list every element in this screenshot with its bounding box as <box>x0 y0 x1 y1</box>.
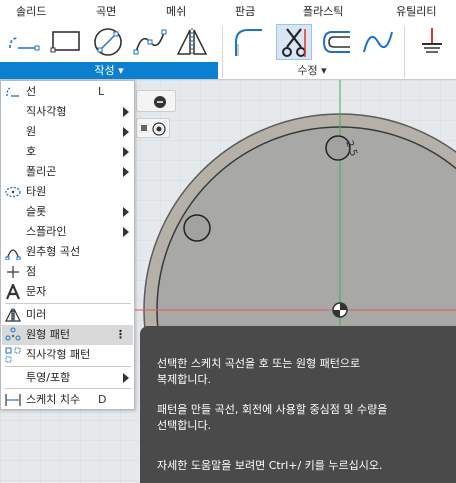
point-icon <box>7 266 19 278</box>
menu-item-circular-pattern[interactable]: 원형 패턴 ⋮ <box>2 325 133 345</box>
text-icon <box>5 284 21 300</box>
tab-surface[interactable]: 곡면 <box>96 3 116 19</box>
menu-item-circle[interactable]: 원 <box>2 122 133 142</box>
ribbon-divider <box>404 26 405 78</box>
circular-pattern-icon <box>5 327 21 341</box>
curve-tool-icon <box>363 31 393 53</box>
sketch-hole-circle[interactable] <box>183 214 211 242</box>
line-tool-icon <box>9 37 40 51</box>
tab-sheet-metal[interactable]: 판금 <box>235 3 255 19</box>
create-dropdown-menu: 선 L 직사각형 원 호 폴리곤 타원 슬롯 스플라인 원추형 곡선 점 문자 … <box>0 80 135 410</box>
menu-divider <box>5 303 131 304</box>
mirror-icon <box>5 308 21 322</box>
menu-item-point[interactable]: 점 <box>2 262 133 282</box>
circle-tool-icon <box>94 28 122 56</box>
offset-tool-button[interactable] <box>318 24 354 60</box>
tooltip-panel: 선택한 스케치 곡선을 호 또는 원형 패턴으로 복제합니다. 패턴을 만들 곡… <box>140 326 456 483</box>
view-toolbar <box>136 90 176 112</box>
tooltip-help-hint: 자세한 도움말을 보려면 Ctrl+/ 키를 누르십시오. <box>157 459 383 472</box>
menu-item-mirror[interactable]: 미러 <box>2 305 133 325</box>
menu-item-spline[interactable]: 스플라인 <box>2 222 133 242</box>
ellipse-icon <box>5 186 21 198</box>
menu-item-sketch-dimension[interactable]: 스케치 치수 D <box>2 390 133 410</box>
more-options-icon[interactable]: ⋮ <box>115 325 126 345</box>
circle-tool-button[interactable] <box>90 24 126 60</box>
submenu-arrow-icon <box>123 107 129 117</box>
tab-plastic[interactable]: 플라스틱 <box>303 3 343 19</box>
conic-curve-icon <box>5 249 21 260</box>
ribbon-toolbar: 솔리드 곡면 메쉬 판금 플라스틱 유틸리티 작성 ▾ 수정 ▾ <box>0 0 456 80</box>
tab-mesh[interactable]: 메쉬 <box>166 3 186 19</box>
tooltip-text-line: 선택합니다. <box>157 419 212 432</box>
ribbon-tabs: 솔리드 곡면 메쉬 판금 플라스틱 유틸리티 <box>0 0 456 20</box>
tooltip-text-line: 복제합니다. <box>157 373 212 386</box>
submenu-arrow-icon <box>123 227 129 237</box>
line-icon <box>6 87 19 97</box>
submenu-arrow-icon <box>123 373 129 383</box>
tab-solid[interactable]: 솔리드 <box>16 3 46 19</box>
view-toolbar-2 <box>136 118 170 138</box>
menu-item-conic-curve[interactable]: 원추형 곡선 <box>2 242 133 262</box>
sketch-dimension-icon <box>5 394 21 406</box>
rectangle-tool-button[interactable] <box>48 24 84 60</box>
ground-constraint-icon <box>422 28 442 53</box>
menu-item-line[interactable]: 선 L <box>2 82 133 102</box>
target-circle-icon[interactable] <box>137 119 171 139</box>
ribbon-tools <box>0 22 456 78</box>
constraint-tool-button[interactable] <box>414 24 450 60</box>
modify-dropdown-button[interactable]: 수정 ▾ <box>222 62 402 79</box>
fillet-tool-button[interactable] <box>230 24 266 60</box>
curve-tool-button[interactable] <box>360 24 396 60</box>
line-tool-button[interactable] <box>6 24 42 60</box>
submenu-arrow-icon <box>123 207 129 217</box>
submenu-arrow-icon <box>123 167 129 177</box>
spline-tool-button[interactable] <box>132 24 168 60</box>
rectangular-pattern-icon <box>5 347 21 363</box>
trim-tool-button[interactable] <box>276 24 312 60</box>
mirror-tool-icon <box>176 28 208 56</box>
menu-item-text[interactable]: 문자 <box>2 282 133 302</box>
tooltip-text-line: 선택한 스케치 곡선을 호 또는 원형 패턴으로 <box>157 357 361 370</box>
menu-item-slot[interactable]: 슬롯 <box>2 202 133 222</box>
menu-divider <box>5 366 131 367</box>
spline-tool-icon <box>133 29 167 55</box>
minus-circle-icon[interactable] <box>137 91 177 113</box>
scissors-icon <box>282 28 306 57</box>
tab-utilities[interactable]: 유틸리티 <box>396 3 436 19</box>
offset-tool-icon <box>322 31 350 53</box>
rectangle-tool-icon <box>50 31 80 53</box>
menu-divider <box>5 388 131 389</box>
menu-item-polygon[interactable]: 폴리곤 <box>2 162 133 182</box>
menu-item-project-include[interactable]: 투영/포함 <box>2 368 133 388</box>
menu-item-rectangular-pattern[interactable]: 직사각형 패턴 <box>2 345 133 365</box>
submenu-arrow-icon <box>123 147 129 157</box>
menu-item-ellipse[interactable]: 타원 <box>2 182 133 202</box>
menu-item-arc[interactable]: 호 <box>2 142 133 162</box>
tooltip-text-line: 패턴을 만들 곡선, 회전에 사용할 중심점 및 수량을 <box>157 403 388 416</box>
menu-item-rectangle[interactable]: 직사각형 <box>2 102 133 122</box>
create-dropdown-button[interactable]: 작성 ▾ <box>0 62 218 79</box>
submenu-arrow-icon <box>123 127 129 137</box>
fillet-tool-icon <box>235 29 262 56</box>
mirror-tool-button[interactable] <box>174 24 210 60</box>
